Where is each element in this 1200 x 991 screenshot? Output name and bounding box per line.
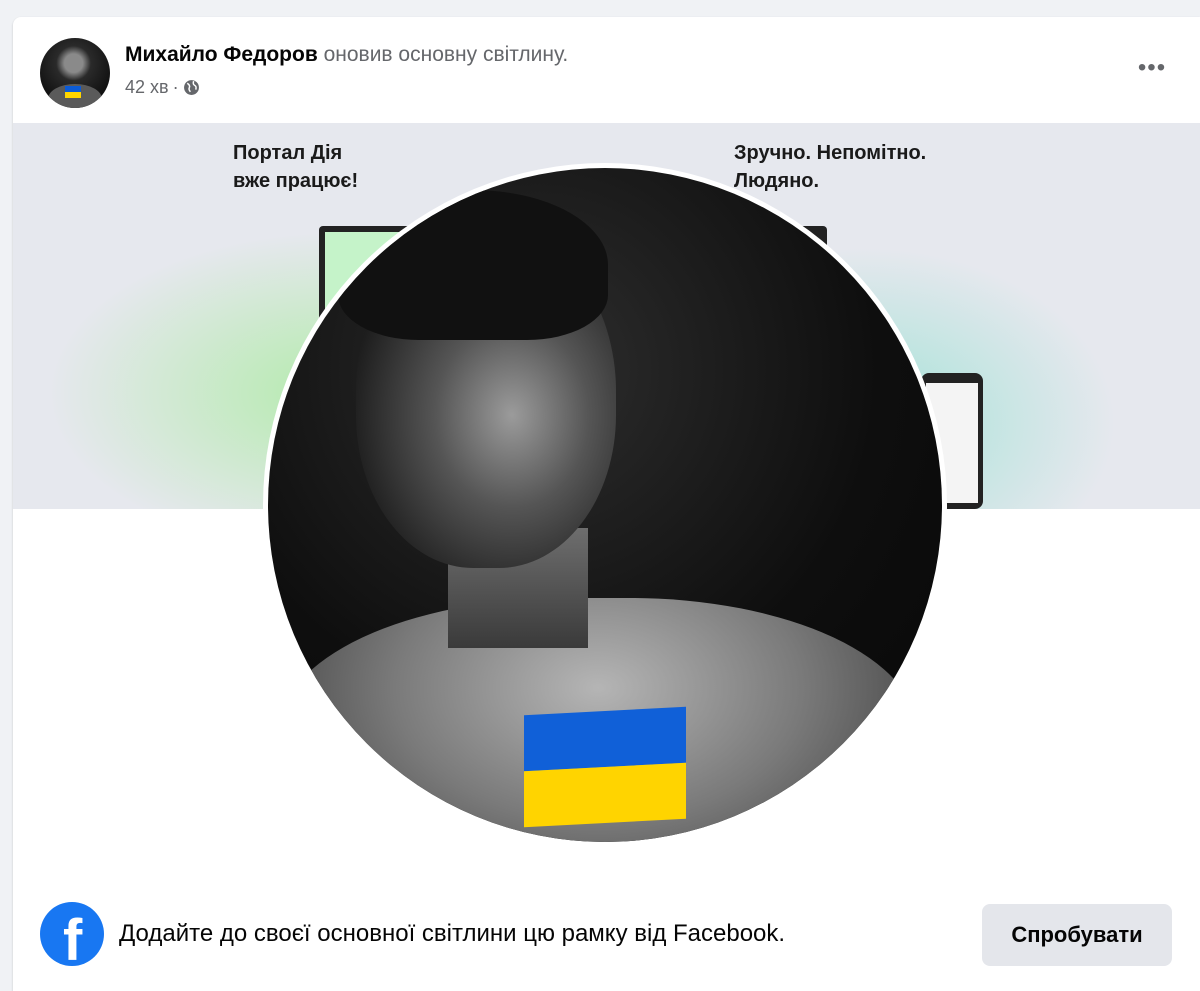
author-name-link[interactable]: Михайло Федоров [125, 43, 318, 66]
cover-text-left: Портал Дія вже працює! [233, 142, 359, 192]
globe-icon[interactable] [183, 79, 200, 96]
flag-blue-stripe [524, 706, 686, 772]
avatar-flag-icon [65, 86, 81, 98]
more-options-button[interactable]: ••• [1132, 53, 1172, 83]
portrait-hair [338, 190, 608, 340]
ukraine-flag-frame [524, 706, 686, 828]
post-timestamp[interactable]: 42 хв [125, 77, 169, 98]
try-frame-button[interactable]: Спробувати [982, 904, 1172, 966]
flag-yellow-stripe [524, 762, 686, 828]
author-avatar[interactable] [40, 38, 110, 108]
profile-photo-image [268, 168, 942, 842]
facebook-logo-letter: f [63, 908, 83, 967]
cover-text-right: Зручно. Непомітно. Людяно. [734, 142, 927, 192]
frame-prompt-text: Додайте до своєї основної світлини цю ра… [119, 920, 786, 947]
post-action-text: оновив основну світлину. [323, 43, 569, 66]
post-meta: 42 хв · [125, 77, 200, 98]
facebook-logo-icon: f [40, 902, 104, 966]
feed-post: Михайло Федоров оновив основну світлину.… [13, 17, 1200, 991]
meta-separator: · [172, 77, 179, 97]
profile-photo[interactable] [263, 163, 947, 847]
post-header-line: Михайло Федоров оновив основну світлину. [125, 43, 568, 67]
